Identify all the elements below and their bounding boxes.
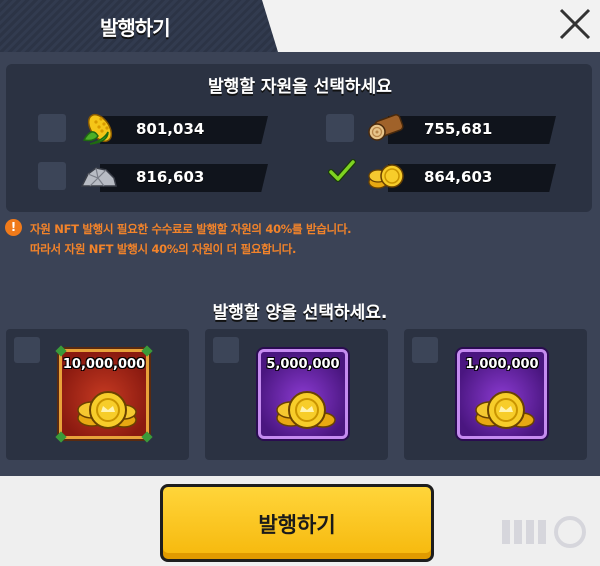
amount-section-title: 발행할 양을 선택하세요. bbox=[212, 303, 388, 323]
amount-option-5000000[interactable]: 5,000,000 bbox=[205, 329, 388, 460]
notice-line: 자원 NFT 발행시 필요한 수수료로 발행할 자원의 40%를 받습니다. bbox=[30, 222, 352, 236]
wood-log-icon bbox=[368, 114, 404, 141]
resource-amount: 864,603 bbox=[424, 168, 493, 186]
amount-checkbox[interactable] bbox=[14, 337, 40, 363]
resource-amount: 755,681 bbox=[424, 120, 493, 138]
amount-option-10000000[interactable]: 10,000,000 bbox=[6, 329, 189, 460]
frame-corner bbox=[55, 345, 67, 357]
notice-line: 따라서 자원 NFT 발행시 40%의 자원이 더 필요합니다. bbox=[30, 242, 297, 256]
amount-label: 10,000,000 bbox=[62, 357, 146, 372]
frame-corner bbox=[55, 431, 67, 443]
resource-checkbox[interactable] bbox=[326, 159, 356, 190]
gold-coins-icon bbox=[77, 391, 137, 429]
frame-corner bbox=[141, 431, 153, 443]
resource-checkbox[interactable] bbox=[326, 114, 354, 142]
resource-item-stone[interactable]: 816,603 bbox=[38, 160, 268, 194]
corn-icon bbox=[82, 113, 113, 145]
watermark-logo bbox=[502, 516, 586, 548]
checkmark-icon bbox=[328, 159, 356, 182]
resource-item-wood[interactable]: 755,681 bbox=[326, 112, 556, 146]
resource-checkbox[interactable] bbox=[38, 162, 66, 190]
reward-frame: 10,000,000 bbox=[55, 345, 153, 443]
resource-amount: 801,034 bbox=[136, 120, 205, 138]
resource-item-gold[interactable]: 864,603 bbox=[326, 159, 556, 194]
gold-coins-icon bbox=[475, 391, 535, 429]
exclamation-icon: ! bbox=[5, 219, 22, 236]
frame-corner bbox=[141, 345, 153, 357]
amount-checkbox[interactable] bbox=[213, 337, 239, 363]
reward-frame: 1,000,000 bbox=[457, 349, 547, 439]
page-title: 발행하기 bbox=[100, 16, 171, 40]
resource-item-corn[interactable]: 801,034 bbox=[38, 112, 268, 146]
amount-label: 5,000,000 bbox=[266, 357, 340, 372]
resource-checkbox[interactable] bbox=[38, 114, 66, 142]
stone-icon bbox=[80, 167, 117, 187]
resource-section-title: 발행할 자원을 선택하세요 bbox=[208, 77, 392, 97]
resource-amount: 816,603 bbox=[136, 168, 205, 186]
amount-option-1000000[interactable]: 1,000,000 bbox=[404, 329, 587, 460]
close-icon[interactable] bbox=[556, 5, 594, 43]
gold-coins-icon bbox=[368, 164, 404, 189]
header: 발행하기 bbox=[0, 0, 600, 52]
amount-checkbox[interactable] bbox=[412, 337, 438, 363]
reward-frame: 5,000,000 bbox=[258, 349, 348, 439]
issue-button[interactable]: 발행하기 bbox=[160, 484, 434, 562]
amount-label: 1,000,000 bbox=[465, 357, 539, 372]
issue-button-label: 발행하기 bbox=[258, 513, 336, 537]
gold-coins-icon bbox=[276, 391, 336, 429]
